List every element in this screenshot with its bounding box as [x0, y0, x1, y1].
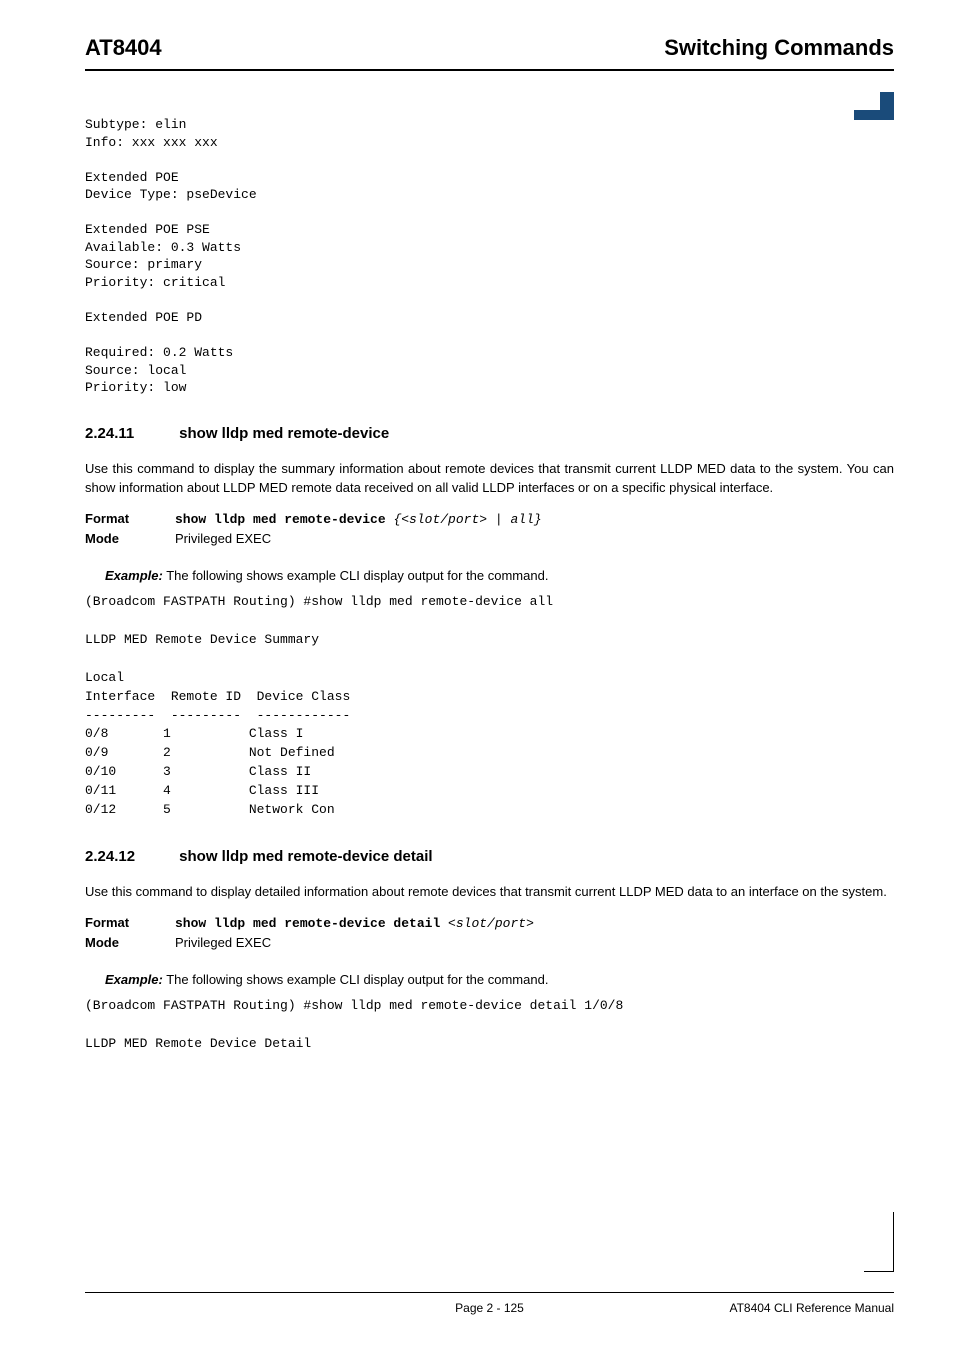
format-argument: {<slot/port> | all} — [386, 512, 542, 527]
header-product: AT8404 — [85, 35, 162, 61]
page-footer: Page 2 - 125 AT8404 CLI Reference Manual — [85, 1292, 894, 1315]
header-chapter: Switching Commands — [664, 35, 894, 61]
mode-label: Mode — [85, 935, 175, 950]
format-label: Format — [85, 511, 175, 527]
mode-label: Mode — [85, 531, 175, 546]
format-mode-table-1: Format show lldp med remote-device {<slo… — [85, 511, 894, 546]
cli-output-2: (Broadcom FASTPATH Routing) #show lldp m… — [85, 997, 894, 1054]
section1-body: Use this command to display the summary … — [85, 460, 894, 498]
section-number: 2.24.11 — [85, 425, 175, 442]
footer-manual-title: AT8404 CLI Reference Manual — [624, 1301, 894, 1315]
section-heading-1: 2.24.11 show lldp med remote-device — [85, 425, 894, 442]
section-title: show lldp med remote-device — [179, 425, 389, 442]
format-value: show lldp med remote-device detail <slot… — [175, 915, 894, 931]
mode-value: Privileged EXEC — [175, 531, 894, 546]
format-command: show lldp med remote-device — [175, 512, 386, 527]
example-line-1: Example: The following shows example CLI… — [105, 568, 894, 583]
section-title: show lldp med remote-device detail — [179, 848, 432, 865]
mode-row: Mode Privileged EXEC — [85, 531, 894, 546]
format-row: Format show lldp med remote-device detai… — [85, 915, 894, 931]
format-value: show lldp med remote-device {<slot/port>… — [175, 511, 894, 527]
mode-value: Privileged EXEC — [175, 935, 894, 950]
example-label: Example: — [105, 972, 163, 987]
format-argument: <slot/port> — [440, 916, 534, 931]
code-block-top: Subtype: elin Info: xxx xxx xxx Extended… — [85, 116, 894, 397]
example-line-2: Example: The following shows example CLI… — [105, 972, 894, 987]
footer-left — [85, 1301, 355, 1315]
example-label: Example: — [105, 568, 163, 583]
page-header: AT8404 Switching Commands — [85, 35, 894, 71]
mode-row: Mode Privileged EXEC — [85, 935, 894, 950]
format-row: Format show lldp med remote-device {<slo… — [85, 511, 894, 527]
section2-body: Use this command to display detailed inf… — [85, 883, 894, 902]
section-heading-2: 2.24.12 show lldp med remote-device deta… — [85, 848, 894, 865]
footer-page-number: Page 2 - 125 — [355, 1301, 625, 1315]
section-number: 2.24.12 — [85, 848, 175, 865]
cli-output-1: (Broadcom FASTPATH Routing) #show lldp m… — [85, 593, 894, 819]
format-label: Format — [85, 915, 175, 931]
corner-decoration-icon — [854, 92, 894, 120]
page-content: Subtype: elin Info: xxx xxx xxx Extended… — [85, 116, 894, 1054]
format-command: show lldp med remote-device detail — [175, 916, 440, 931]
format-mode-table-2: Format show lldp med remote-device detai… — [85, 915, 894, 950]
example-text: The following shows example CLI display … — [163, 972, 549, 987]
example-text: The following shows example CLI display … — [163, 568, 549, 583]
